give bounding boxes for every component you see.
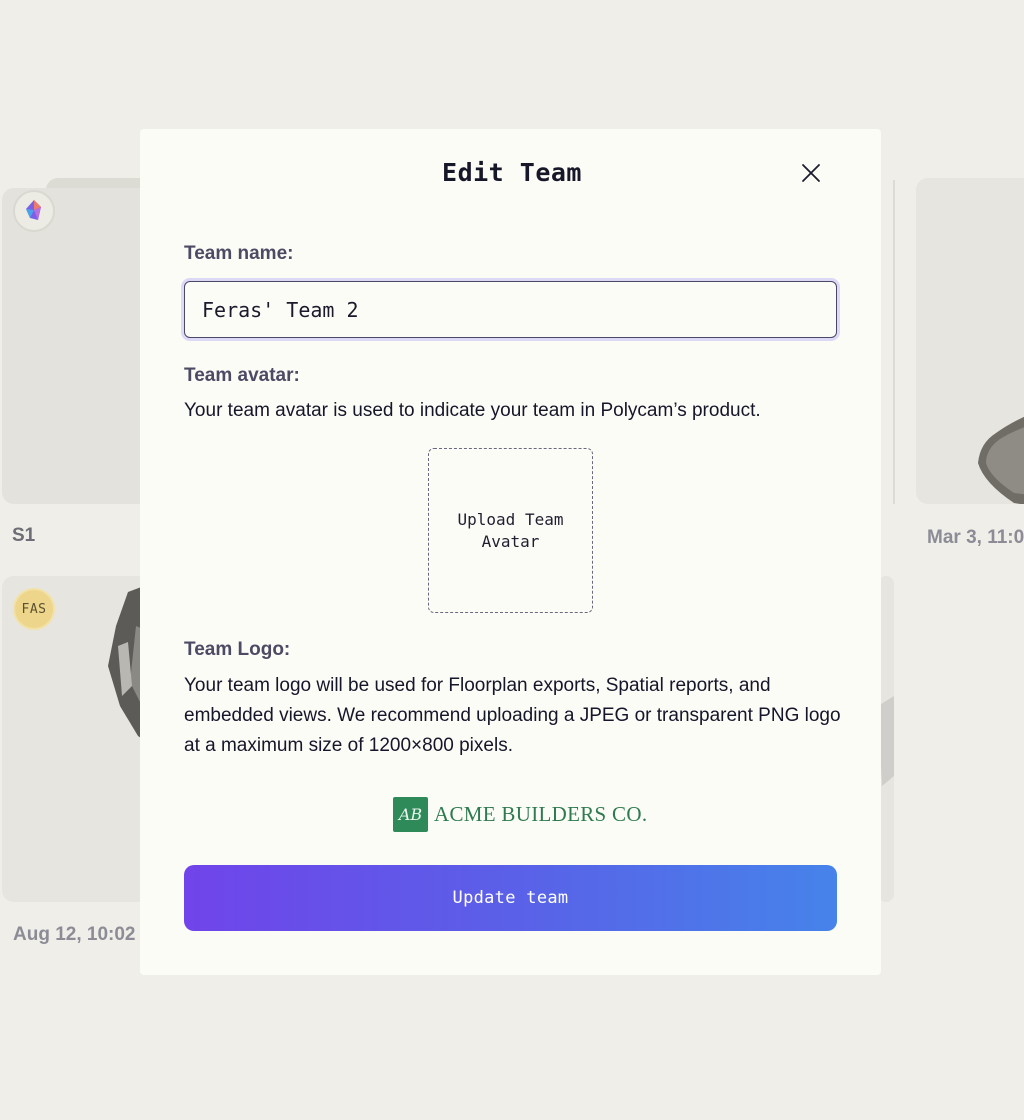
logo-wordmark: ACME BUILDERS CO.: [434, 802, 648, 826]
app-logo-icon: [26, 200, 41, 220]
app-logo-icon: [13, 190, 55, 232]
team-name-input[interactable]: [184, 281, 837, 338]
upload-avatar-label: Upload Team Avatar: [457, 509, 564, 551]
team-avatar-description: Your team avatar is used to indicate you…: [184, 400, 761, 421]
close-button[interactable]: [799, 161, 823, 185]
update-team-label: Update team: [452, 888, 569, 908]
team-name-label: Team name:: [184, 243, 294, 264]
update-team-button[interactable]: Update team: [184, 865, 837, 931]
project-date: Mar 3, 11:0: [927, 527, 1024, 548]
modal-title: Edit Team: [442, 158, 582, 187]
project-title: S1: [12, 525, 36, 546]
project-card[interactable]: [916, 178, 1024, 504]
project-date: Aug 12, 10:02: [13, 924, 136, 945]
team-logo-preview[interactable]: AB ACME BUILDERS CO.: [393, 797, 647, 832]
upload-avatar-button[interactable]: Upload Team Avatar: [428, 448, 593, 613]
team-avatar-label: Team avatar:: [184, 365, 300, 386]
team-logo-label: Team Logo:: [184, 639, 291, 660]
project-card[interactable]: [2, 188, 162, 504]
team-logo-description: Your team logo will be used for Floorpla…: [184, 675, 841, 756]
user-avatar: FAS: [13, 588, 55, 630]
logo-mark-icon: AB: [393, 797, 428, 832]
close-icon: [802, 164, 820, 182]
project-card-edge: [893, 180, 895, 504]
model-thumbnail: [978, 416, 1024, 504]
